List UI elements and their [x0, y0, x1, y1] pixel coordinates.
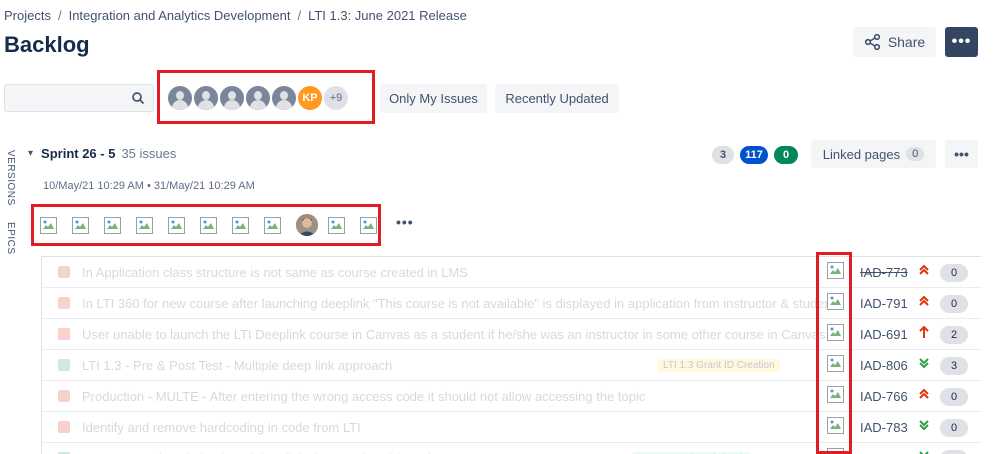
issue-key[interactable]: IAD-791: [860, 296, 908, 311]
avatar-overflow[interactable]: +9: [322, 84, 350, 112]
breadcrumb-project[interactable]: Integration and Analytics Development: [69, 8, 291, 23]
status-badge-todo: 3: [712, 146, 734, 164]
estimate-badge: 3: [940, 357, 968, 375]
estimate-badge: 2: [940, 326, 968, 344]
issue-key[interactable]: IAD-806: [860, 358, 908, 373]
issue-type-icon: [58, 297, 70, 309]
linked-pages-label: Linked pages: [822, 146, 901, 162]
highlight-box-image-column: [816, 252, 852, 454]
estimate-badge: 0: [940, 295, 968, 313]
issue-type-icon: [58, 266, 70, 278]
issue-key[interactable]: IAD-691: [860, 327, 908, 342]
broken-image-icon[interactable]: [264, 216, 281, 234]
estimate-badge: 0: [940, 419, 968, 437]
assignee-avatars: KP +9: [166, 84, 350, 112]
estimate-badge: 0: [940, 264, 968, 282]
chevron-down-icon[interactable]: ▾: [28, 148, 33, 159]
user-photo-avatar[interactable]: [296, 214, 318, 236]
breadcrumb-board[interactable]: LTI 1.3: June 2021 Release: [308, 8, 467, 23]
sprint-name: Sprint 26 - 5: [41, 146, 116, 161]
status-badge-in-progress: 117: [740, 146, 768, 164]
status-badge-done: 0: [774, 146, 798, 164]
broken-image-icon[interactable]: [200, 216, 217, 234]
breadcrumb-separator: /: [297, 8, 302, 23]
avatar[interactable]: [192, 84, 220, 112]
priority-low-icon: [917, 418, 931, 432]
side-tab-epics[interactable]: EPICS: [5, 222, 16, 255]
issue-summary: User unable to launch the LTI Deeplink c…: [82, 327, 826, 342]
share-button[interactable]: Share: [853, 27, 936, 57]
avatar[interactable]: [270, 84, 298, 112]
share-label: Share: [887, 34, 926, 50]
epic-lozenge[interactable]: LTI 1.3 Grant ID Creation: [658, 359, 780, 372]
breadcrumb: Projects / Integration and Analytics Devel…: [4, 8, 467, 23]
search-icon[interactable]: [131, 91, 145, 105]
page-more-button[interactable]: •••: [945, 27, 978, 57]
avatar[interactable]: [244, 84, 272, 112]
avatar[interactable]: [166, 84, 194, 112]
search-field: [4, 84, 154, 112]
issue-summary: Production - MULTE - After entering the …: [82, 389, 646, 404]
broken-image-icon[interactable]: [72, 216, 89, 234]
priority-low-icon: [917, 449, 931, 454]
issue-summary: In LTI 360 for new course after launchin…: [82, 296, 836, 311]
sprint-more-button[interactable]: •••: [945, 140, 978, 168]
issue-summary: In Application class structure is not sa…: [82, 265, 468, 280]
side-tab-versions[interactable]: VERSIONS: [5, 150, 16, 206]
priority-low-icon: [917, 356, 931, 370]
broken-image-icon[interactable]: [40, 216, 57, 234]
broken-image-icon[interactable]: [232, 216, 249, 234]
broken-image-icon[interactable]: [360, 216, 377, 234]
broken-image-icon[interactable]: [136, 216, 153, 234]
estimate-badge: 0: [940, 450, 968, 454]
filter-only-my-issues[interactable]: Only My Issues: [380, 84, 487, 113]
page-title: Backlog: [4, 32, 90, 57]
issue-type-icon: [58, 421, 70, 433]
issue-type-icon: [58, 328, 70, 340]
issue-key[interactable]: IAD-766: [860, 389, 908, 404]
priority-high-icon: [917, 325, 931, 339]
broken-image-icon[interactable]: [168, 216, 185, 234]
issue-type-icon: [58, 359, 70, 371]
epic-more-button[interactable]: •••: [396, 214, 414, 230]
avatar-kp[interactable]: KP: [296, 84, 324, 112]
avatar[interactable]: [218, 84, 246, 112]
priority-highest-icon: [917, 294, 931, 308]
issue-type-icon: [58, 390, 70, 402]
search-input[interactable]: [5, 85, 125, 111]
sprint-issue-count: 35 issues: [121, 146, 177, 161]
broken-image-icon[interactable]: [104, 216, 121, 234]
share-icon: [864, 33, 880, 51]
linked-pages-button[interactable]: Linked pages 0: [811, 140, 936, 168]
breadcrumb-separator: /: [57, 8, 62, 23]
priority-highest-icon: [917, 263, 931, 277]
broken-image-icon[interactable]: [328, 216, 345, 234]
linked-pages-count: 0: [906, 147, 925, 161]
issue-key[interactable]: IAD-773: [860, 265, 908, 280]
issue-key[interactable]: IAD-783: [860, 420, 908, 435]
sprint-dates: 10/May/21 10:29 AM • 31/May/21 10:29 AM: [43, 180, 255, 192]
epic-icons: [40, 214, 392, 236]
filter-recently-updated[interactable]: Recently Updated: [495, 84, 619, 113]
issue-summary: Identify and remove hardcoding in code f…: [82, 420, 361, 435]
sprint-header[interactable]: ▾ Sprint 26 - 5 35 issues: [28, 146, 176, 161]
priority-highest-icon: [917, 387, 931, 401]
estimate-badge: 0: [940, 388, 968, 406]
breadcrumb-projects[interactable]: Projects: [4, 8, 51, 23]
